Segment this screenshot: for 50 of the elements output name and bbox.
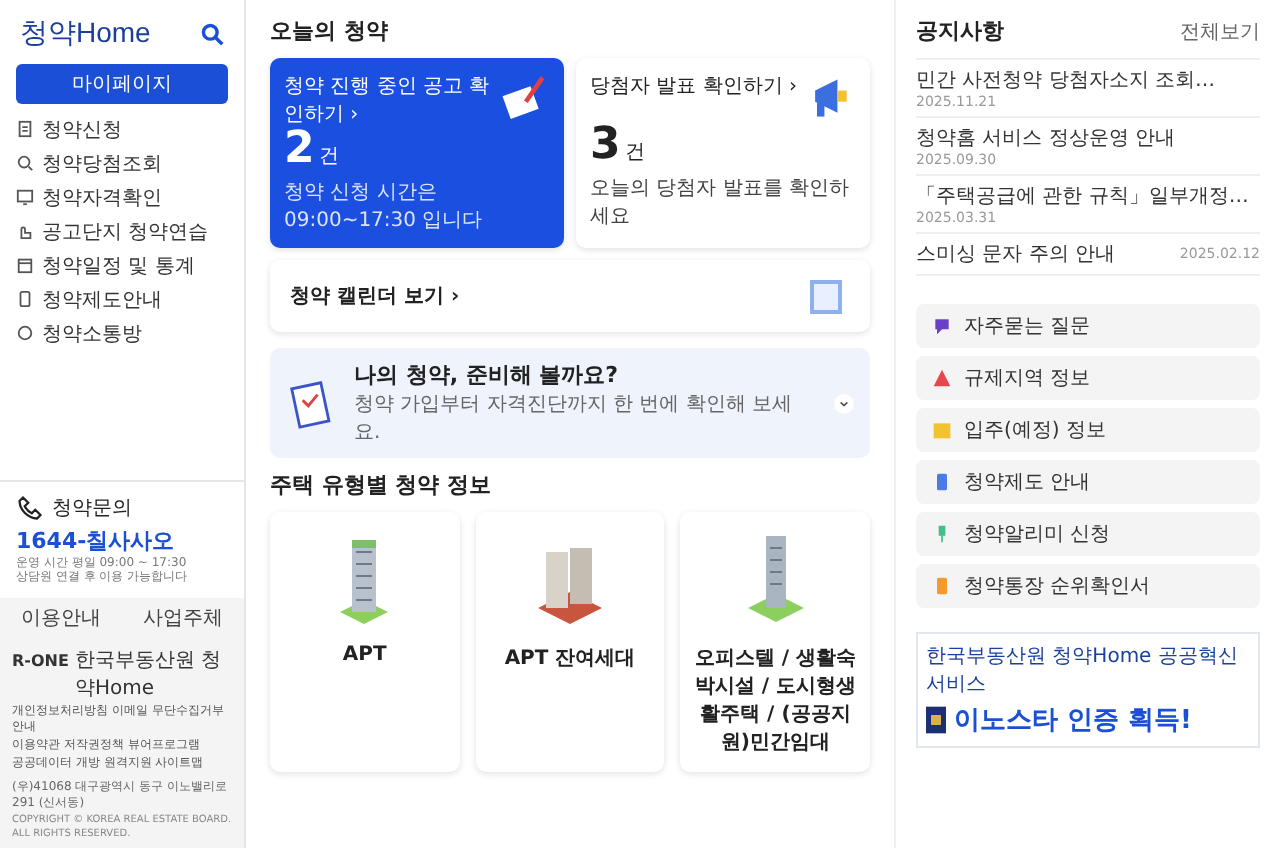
quick-link-button[interactable]: 규제지역 정보 [916,356,1260,400]
banner-title: 나의 청약, 준비해 볼까요? [354,360,621,390]
phone-number: 1644-칠사사오 [16,525,177,556]
sidebar-menu-item[interactable]: 청약일정 및 통계 [42,251,195,279]
quick-link-button[interactable]: 청약제도 안내 [916,460,1260,504]
expand-button-icon[interactable] [834,393,854,413]
sidebar-tab[interactable]: 이용안내 [0,598,122,639]
sidebar-menu-item[interactable]: 공고단지 청약연습 [42,217,209,245]
housing-type-card[interactable]: APT 잔여세대 [475,512,665,772]
circle-icon [16,324,34,342]
award-banner[interactable]: 한국부동산원 청약Home 공공혁신서비스 이노스타 인증 획득! [916,632,1260,748]
section-title: 주택 유형별 청약 정보 [270,470,493,500]
phone-icon [16,290,34,308]
notice-title[interactable]: 민간 사전청약 당첨자소지 조회… [916,66,1216,94]
document-icon [16,120,34,138]
notice-title[interactable]: 청약홈 서비스 정상운영 안내 [916,124,1176,152]
sidebar-menu-item[interactable]: 청약소통방 [42,319,142,347]
sidebar-tab[interactable]: 사업주체 [122,598,244,639]
quick-link-button[interactable]: 청약알리미 신청 [916,512,1260,556]
view-all-link[interactable]: 전체보기 [1180,17,1260,45]
search-icon[interactable] [200,22,224,46]
contact-label: 청약문의 [52,495,132,522]
brand-mark: R-ONE [12,652,69,671]
sidebar-menu-item[interactable]: 청약신청 [42,115,122,143]
sidebar-menu-item[interactable]: 청약자격확인 [42,183,162,211]
winner-announcement-card[interactable]: 당첨자 발표 확인하기 › 3 건 오늘의 당첨자 발표를 확인하세요 [576,58,870,248]
notices-title: 공지사항 [916,16,1004,46]
search-icon [16,154,34,172]
section-title: 오늘의 청약 [270,16,390,46]
housing-type-card[interactable]: 오피스텔 / 생활숙박시설 / 도시형생활주택 / (공공지원)민간임대 [680,512,871,772]
phone-icon [16,493,44,522]
notice-title[interactable]: 「주택공급에 관한 규칙」일부개정… [916,182,1249,210]
banner-subtitle: 청약 가입부터 자격진단까지 한 번에 확인해 보세요. [354,392,795,446]
quick-link-button[interactable]: 자주묻는 질문 [916,304,1260,348]
calendar-icon [16,256,34,274]
preparation-banner[interactable]: 나의 청약, 준비해 볼까요? 청약 가입부터 자격진단까지 한 번에 확인해 보세요. [270,348,870,458]
quick-link-button[interactable]: 입주(예정) 정보 [916,408,1260,452]
monitor-icon [16,188,34,206]
calendar-card[interactable]: 청약 캘린더 보기 › [270,260,870,332]
sidebar-menu-item[interactable]: 청약제도안내 [42,285,162,313]
sidebar-menu-item[interactable]: 청약당첨조회 [42,149,162,177]
site-logo[interactable]: 청약Home [20,16,151,52]
quick-link-button[interactable]: 청약통장 순위확인서 [916,564,1260,608]
document-pen-icon [498,72,550,124]
notice-title[interactable]: 스미싱 문자 주의 안내 [916,240,1116,268]
certificate-icon [926,706,946,734]
brand-name: 한국부동산원 청약Home [74,648,224,703]
housing-type-card[interactable]: APT [270,512,460,772]
open-notices-card[interactable]: 청약 진행 중인 공고 확인하기 › 2 건 청약 신청 시간은 09:00~17:30 입니다 [270,58,564,248]
my-page-button[interactable]: 마이페이지 [16,64,228,104]
